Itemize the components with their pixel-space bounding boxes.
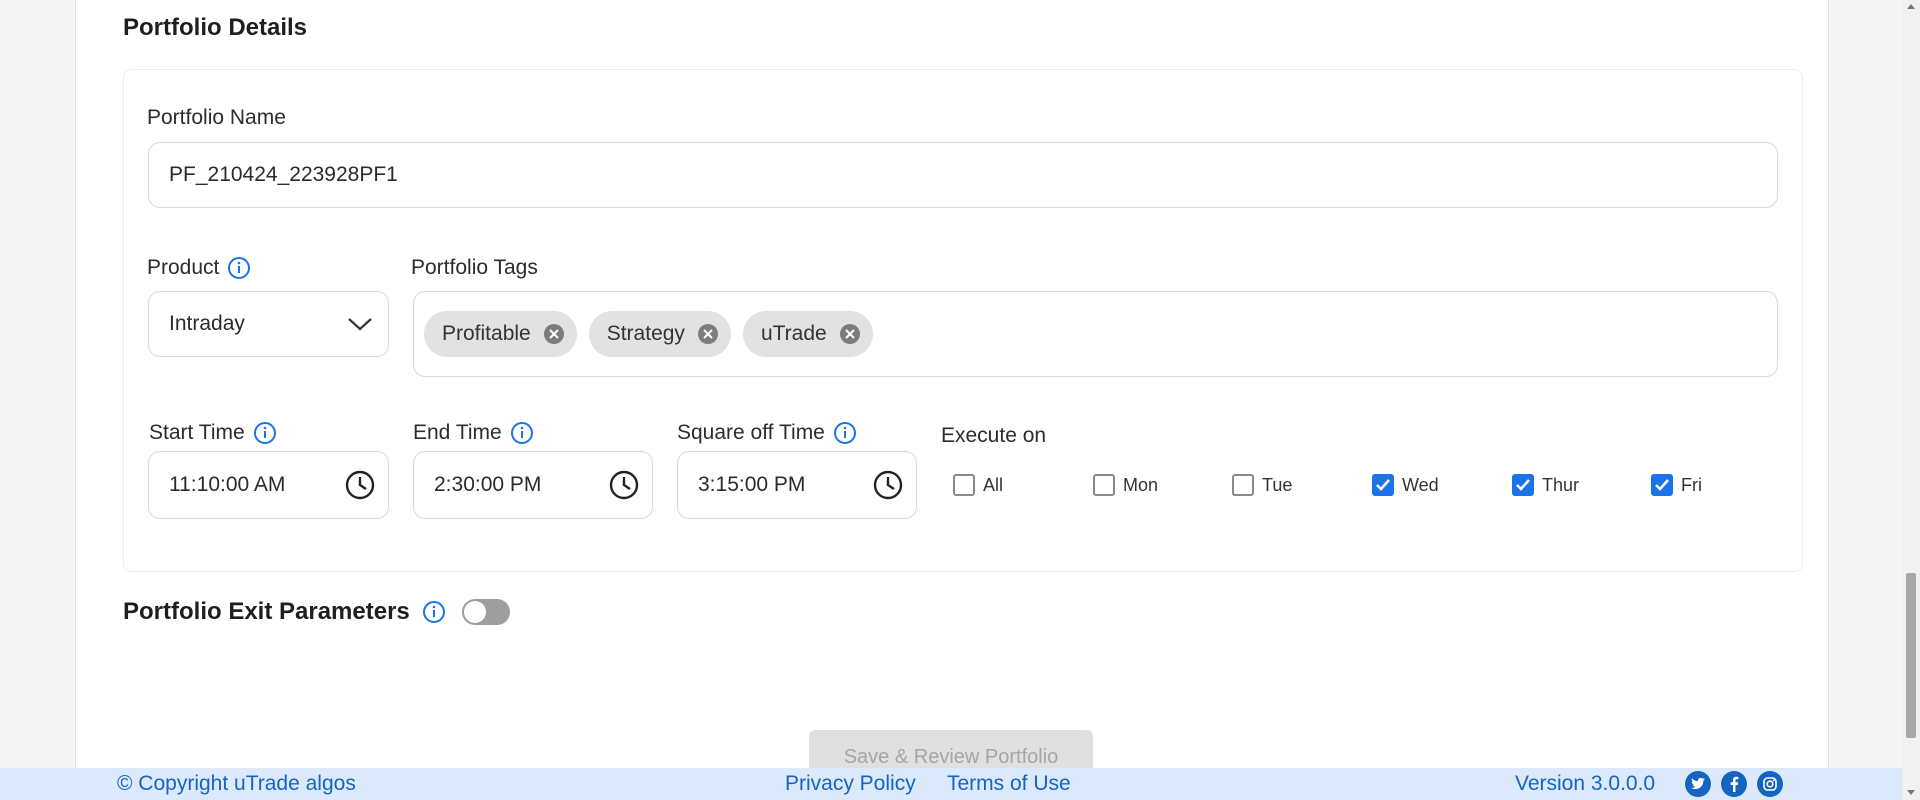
end-time-label: End Time [413, 421, 534, 445]
portfolio-tags-label-text: Portfolio Tags [411, 256, 538, 279]
scrollbar-thumb[interactable] [1906, 573, 1916, 738]
portfolio-name-input[interactable]: PF_210424_223928PF1 [148, 142, 1778, 208]
exit-parameters-title: Portfolio Exit Parameters [123, 598, 410, 625]
checkbox[interactable] [1372, 474, 1394, 496]
end-time-label-text: End Time [413, 421, 502, 444]
chevron-down-icon [342, 306, 378, 342]
day-label: Wed [1402, 474, 1439, 495]
day-label: Thur [1542, 474, 1580, 495]
check-icon [1655, 479, 1669, 491]
portfolio-name-label: Portfolio Name [147, 106, 286, 130]
info-icon[interactable] [227, 256, 251, 280]
info-icon[interactable] [510, 421, 534, 445]
check-icon [1516, 479, 1530, 491]
product-label-text: Product [147, 256, 220, 279]
start-time-input[interactable]: 11:10:00 AM [148, 451, 389, 519]
day-checkbox-wed[interactable]: Wed [1372, 474, 1439, 496]
social-links [1685, 771, 1783, 797]
info-icon[interactable] [833, 421, 857, 445]
privacy-policy-link[interactable]: Privacy Policy [785, 772, 916, 796]
clock-icon[interactable] [606, 467, 642, 503]
day-checkbox-mon[interactable]: Mon [1093, 474, 1158, 496]
remove-tag-icon[interactable] [543, 323, 565, 345]
day-label: All [983, 474, 1004, 495]
scroll-up-arrow-icon[interactable] [1907, 4, 1915, 9]
info-icon[interactable] [422, 600, 446, 624]
execute-on-label: Execute on [941, 424, 1046, 448]
square-off-time-label-text: Square off Time [677, 421, 825, 444]
tag-chip: uTrade [742, 311, 873, 357]
day-label: Tue [1262, 474, 1293, 495]
tag-chip-label: Profitable [442, 322, 531, 345]
square-off-time-value: 3:15:00 PM [698, 473, 806, 496]
scrollbar[interactable] [1902, 0, 1920, 800]
info-icon[interactable] [253, 421, 277, 445]
toggle-knob [463, 601, 486, 623]
tag-chip-label: uTrade [760, 322, 827, 345]
tag-chip: Profitable [424, 311, 577, 357]
product-value: Intraday [169, 312, 245, 335]
remove-tag-icon[interactable] [839, 323, 861, 345]
version-text: Version 3.0.0.0 [1515, 772, 1656, 795]
check-icon [1376, 479, 1390, 491]
checkbox[interactable] [1512, 474, 1534, 496]
day-checkbox-all[interactable]: All [953, 474, 1003, 496]
portfolio-tags-label: Portfolio Tags [411, 256, 538, 280]
square-off-time-input[interactable]: 3:15:00 PM [677, 451, 917, 519]
tag-chip: Strategy [588, 311, 731, 357]
scroll-down-arrow-icon[interactable] [1907, 790, 1915, 795]
tag-chip-label: Strategy [606, 322, 685, 345]
product-label: Product [147, 256, 251, 280]
day-label: Fri [1681, 474, 1702, 495]
twitter-icon[interactable] [1685, 771, 1711, 797]
footer: © Copyright uTrade algos Privacy Policy … [0, 768, 1902, 800]
clock-icon[interactable] [342, 467, 378, 503]
start-time-label: Start Time [149, 421, 277, 445]
checkbox[interactable] [1093, 474, 1115, 496]
portfolio-tags-input[interactable]: Profitable Strategy uTrade [413, 291, 1778, 377]
end-time-input[interactable]: 2:30:00 PM [413, 451, 653, 519]
start-time-value: 11:10:00 AM [169, 473, 286, 496]
product-select[interactable]: Intraday [148, 291, 389, 357]
square-off-time-label: Square off Time [677, 421, 857, 445]
checkbox[interactable] [953, 474, 975, 496]
day-label: Mon [1123, 474, 1159, 495]
copyright-link[interactable]: © Copyright uTrade algos [117, 772, 356, 796]
clock-icon[interactable] [870, 467, 906, 503]
day-checkbox-tue[interactable]: Tue [1232, 474, 1292, 496]
section-title: Portfolio Details [123, 14, 308, 41]
exit-parameters-toggle[interactable] [461, 599, 510, 625]
portfolio-name-label-text: Portfolio Name [147, 106, 286, 129]
end-time-value: 2:30:00 PM [434, 473, 542, 496]
day-checkbox-fri[interactable]: Fri [1651, 474, 1702, 496]
checkbox[interactable] [1232, 474, 1254, 496]
exit-parameters-row: Portfolio Exit Parameters [123, 598, 510, 626]
execute-on-label-text: Execute on [941, 424, 1047, 447]
day-checkbox-thur[interactable]: Thur [1512, 474, 1579, 496]
start-time-label-text: Start Time [149, 421, 245, 444]
instagram-icon[interactable] [1757, 771, 1783, 797]
portfolio-name-value: PF_210424_223928PF1 [169, 163, 398, 186]
terms-of-use-link[interactable]: Terms of Use [947, 772, 1071, 796]
checkbox[interactable] [1651, 474, 1673, 496]
remove-tag-icon[interactable] [697, 323, 719, 345]
facebook-icon[interactable] [1721, 771, 1747, 797]
